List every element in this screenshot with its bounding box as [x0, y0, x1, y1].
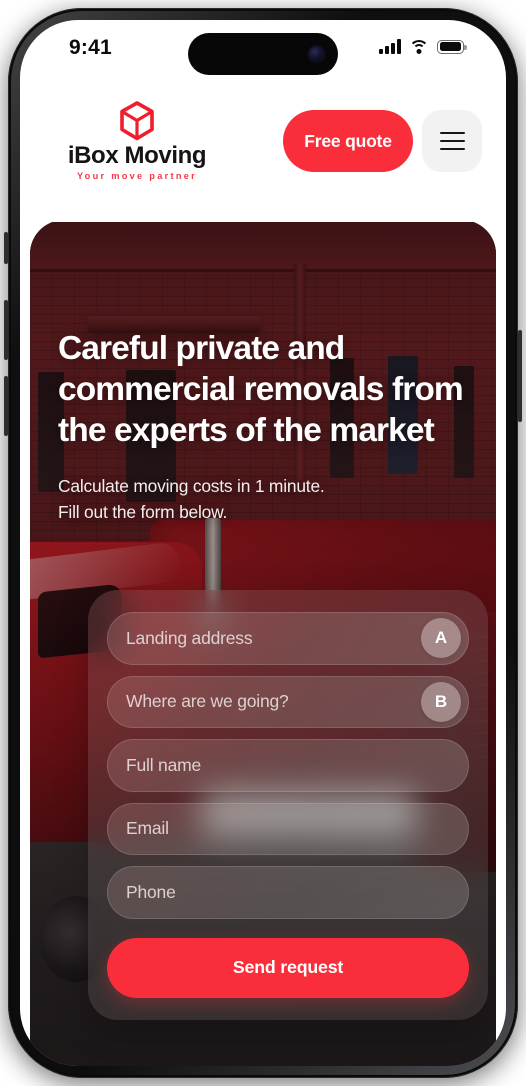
screenshot-root: ESCAPEBRIEF Careful private and commerci…: [0, 0, 526, 1086]
hamburger-menu-icon: [439, 139, 465, 143]
dynamic-island: [188, 33, 338, 75]
brand-tagline: Your move partner: [76, 171, 198, 182]
volume-up-button[interactable]: [4, 300, 8, 360]
cellular-signal-icon: [379, 39, 401, 54]
power-button[interactable]: [518, 330, 522, 422]
landing-address-placeholder: Landing address: [126, 627, 253, 648]
full-name-field[interactable]: Full name: [107, 739, 469, 792]
phone-placeholder: Phone: [126, 881, 176, 902]
point-b-badge: B: [421, 681, 461, 722]
destination-placeholder: Where are we going?: [126, 691, 289, 712]
status-bar-icons: [379, 39, 467, 54]
hero-subheadline-line-2: Fill out the form below.: [58, 502, 228, 523]
point-a-badge: A: [421, 618, 461, 659]
hamburger-menu-button[interactable]: [422, 110, 482, 172]
quote-request-form: Landing address A Where are we going? B …: [88, 590, 488, 1020]
hero-subheadline: Calculate moving costs in 1 minute. Fill…: [58, 473, 468, 526]
landing-address-field[interactable]: Landing address A: [107, 612, 469, 665]
silent-switch[interactable]: [4, 232, 8, 264]
email-placeholder: Email: [126, 818, 169, 839]
wifi-icon: [409, 39, 429, 54]
cube-box-icon: [120, 101, 154, 141]
hero-section: ESCAPEBRIEF Careful private and commerci…: [30, 220, 496, 1066]
brand-logo[interactable]: iBox Moving Your move partner: [57, 100, 217, 181]
hero-copy: Careful private and commercial removals …: [30, 220, 496, 526]
status-bar-clock: 9:41: [69, 36, 112, 59]
full-name-placeholder: Full name: [126, 754, 202, 775]
volume-down-button[interactable]: [4, 376, 8, 436]
hero-subheadline-line-1: Calculate moving costs in 1 minute.: [58, 475, 325, 496]
hamburger-menu-icon: [439, 131, 465, 135]
brand-name: iBox Moving: [67, 142, 207, 169]
phone-screen: ESCAPEBRIEF Careful private and commerci…: [20, 20, 506, 1066]
app-header: iBox Moving Your move partner Free quote: [20, 82, 506, 222]
front-camera-lens: [309, 46, 324, 62]
hamburger-menu-icon: [439, 147, 465, 151]
battery-full-icon: [437, 39, 467, 54]
send-request-button[interactable]: Send request: [107, 937, 469, 998]
destination-field[interactable]: Where are we going? B: [107, 675, 469, 729]
phone-field[interactable]: Phone: [107, 866, 469, 919]
hero-headline: Careful private and commercial removals …: [58, 330, 464, 450]
free-quote-button[interactable]: Free quote: [283, 110, 413, 172]
email-field[interactable]: Email: [107, 802, 469, 856]
